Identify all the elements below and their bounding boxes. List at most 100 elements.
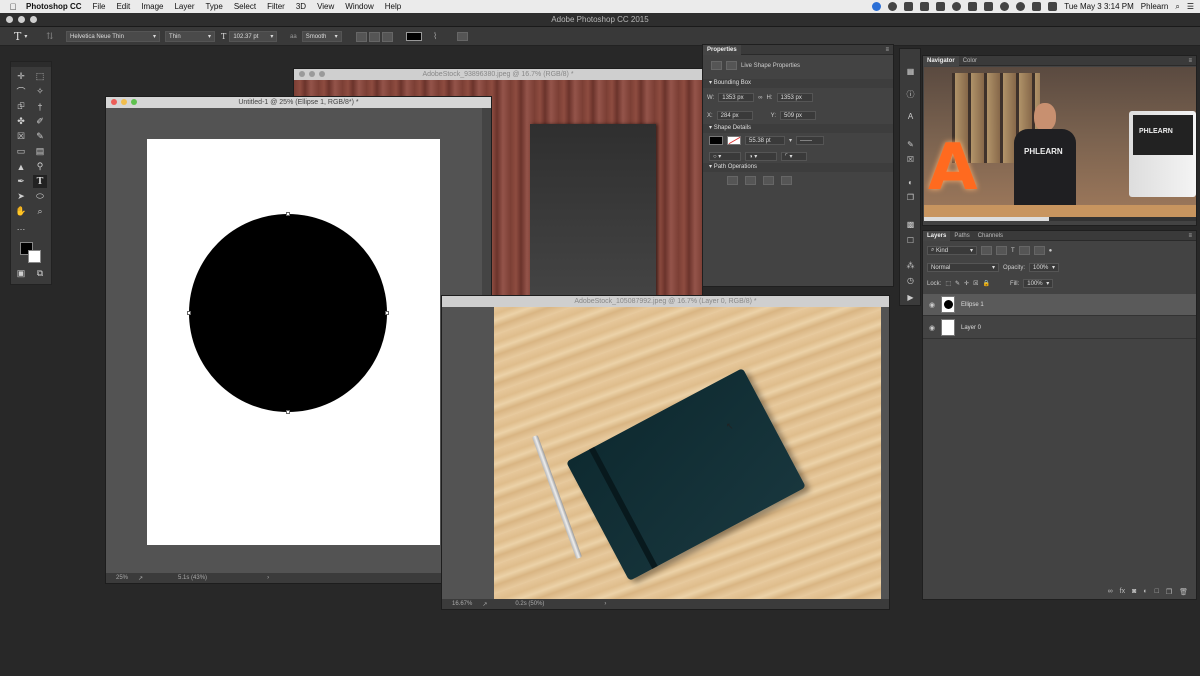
document-window-untitled[interactable]: Untitled-1 @ 25% (Ellipse 1, RGB/8*) * 2… — [105, 96, 492, 584]
cloud-icon[interactable] — [872, 2, 882, 11]
actions-panel-icon[interactable]: ▶ — [905, 293, 916, 303]
width-field[interactable]: 1353 px — [718, 93, 755, 102]
layer-filter-select[interactable]: ⌕ Kind ▾ — [927, 246, 977, 255]
menubar-clock[interactable]: Tue May 3 3:14 PM — [1064, 2, 1134, 11]
tool-presets-panel-icon[interactable]: ⁂ — [905, 261, 916, 271]
tool-preset-picker[interactable]: T ▾ — [14, 30, 27, 43]
hand-tool-icon[interactable]: ✋ — [14, 205, 28, 218]
new-group-icon[interactable]: □ — [1155, 588, 1159, 596]
fill-field[interactable]: 100% ▾ — [1023, 279, 1054, 288]
menu-file[interactable]: File — [93, 2, 106, 11]
tab-channels[interactable]: Channels — [974, 231, 1007, 241]
stroke-color-swatch[interactable] — [727, 136, 741, 145]
ellipse-tool-icon[interactable]: ⬭ — [33, 190, 47, 203]
toolbar-grip[interactable] — [11, 62, 51, 67]
filter-toggle-icon[interactable]: ● — [1049, 248, 1053, 254]
new-layer-icon[interactable]: ❐ — [1166, 588, 1172, 596]
status-menu-arrow-icon[interactable]: › — [267, 575, 269, 581]
document-title-bar[interactable]: Untitled-1 @ 25% (Ellipse 1, RGB/8*) * — [106, 97, 491, 108]
dodge-tool-icon[interactable]: ⚲ — [33, 160, 47, 173]
info-panel-icon[interactable]: ⓘ — [905, 90, 916, 100]
link-layers-icon[interactable]: ∞ — [1108, 588, 1113, 596]
blur-tool-icon[interactable]: ▲ — [14, 160, 28, 173]
libraries-panel-icon[interactable]: ☐ — [905, 236, 916, 246]
screen-mode-icon[interactable]: ⧉ — [33, 267, 47, 280]
menu-3d[interactable]: 3D — [296, 2, 306, 11]
height-field[interactable]: 1353 px — [776, 93, 813, 102]
magic-wand-tool-icon[interactable]: ✧ — [33, 85, 47, 98]
tab-color[interactable]: Color — [959, 56, 981, 66]
menu-filter[interactable]: Filter — [267, 2, 285, 11]
shape-properties-icon[interactable] — [711, 61, 722, 70]
tab-paths[interactable]: Paths — [950, 231, 973, 241]
tab-navigator[interactable]: Navigator — [923, 55, 959, 66]
antialias-select[interactable]: aa Smooth ▾ — [290, 31, 342, 42]
path-selection-tool-icon[interactable]: ➤ — [14, 190, 28, 203]
status-info[interactable]: 5.1s (43%) — [178, 575, 207, 581]
display-icon[interactable] — [968, 2, 978, 11]
character-panel-icon[interactable]: A — [905, 112, 916, 122]
minimize-document-button[interactable] — [121, 99, 127, 105]
crop-tool-icon[interactable]: ⮺ — [14, 100, 28, 113]
menu-view[interactable]: View — [317, 2, 334, 11]
swatches-panel-icon[interactable]: ▩ — [905, 220, 916, 230]
align-right-button[interactable] — [382, 31, 393, 42]
notification-center-icon[interactable]: ☰ — [1187, 2, 1194, 11]
fill-color-swatch[interactable] — [709, 136, 723, 145]
path-anchor-point[interactable] — [187, 311, 191, 315]
mask-properties-icon[interactable] — [726, 61, 737, 70]
exclude-overlap-button[interactable] — [781, 176, 792, 185]
menubar-user[interactable]: Phlearn — [1141, 2, 1169, 11]
gradient-tool-icon[interactable]: ▤ — [33, 145, 47, 158]
styles-panel-icon[interactable]: ❐ — [905, 193, 916, 203]
y-position-field[interactable]: 509 px — [780, 111, 817, 120]
pen-tool-icon[interactable]: ✒ — [14, 175, 28, 188]
video-scrubber[interactable] — [924, 217, 1196, 221]
filter-shape-layers-button[interactable] — [1018, 246, 1030, 255]
bluetooth-icon[interactable] — [1000, 2, 1010, 11]
healing-brush-tool-icon[interactable]: ✤ — [14, 115, 28, 128]
history-panel-icon[interactable]: ▦ — [905, 67, 916, 77]
time-machine-icon[interactable] — [984, 2, 994, 11]
clone-stamp-tool-icon[interactable]: ☒ — [14, 130, 28, 143]
layer-thumbnail[interactable] — [941, 319, 955, 336]
stroke-cap-select[interactable]: ◑ ▾ — [745, 152, 777, 161]
character-panel-button[interactable] — [457, 31, 468, 42]
combine-shapes-button[interactable] — [727, 176, 738, 185]
stroke-corner-select[interactable]: ⌜ ▾ — [781, 152, 807, 161]
move-tool-icon[interactable]: ✛ — [14, 70, 28, 83]
zoom-document-button[interactable] — [319, 71, 325, 77]
wifi-icon[interactable] — [1032, 2, 1042, 11]
align-left-button[interactable] — [356, 31, 367, 42]
align-center-button[interactable] — [369, 31, 380, 42]
lasso-tool-icon[interactable]: ⌒ — [14, 85, 28, 98]
menu-app-name[interactable]: Photoshop CC — [26, 2, 82, 11]
brush-tool-icon[interactable]: ✐ — [33, 115, 47, 128]
x-position-field[interactable]: 284 px — [716, 111, 753, 120]
stroke-width-field[interactable]: 55.38 pt — [745, 136, 785, 145]
app-icon[interactable] — [904, 2, 914, 11]
font-style-select[interactable]: Thin ▾ — [165, 31, 215, 42]
layer-effects-icon[interactable]: fx — [1120, 588, 1125, 596]
mail-icon[interactable] — [920, 2, 930, 11]
menu-type[interactable]: Type — [205, 2, 222, 11]
path-operations-section[interactable]: ▾ Path Operations — [703, 163, 893, 172]
eyedropper-tool-icon[interactable]: † — [33, 100, 47, 113]
status-menu-arrow-icon[interactable]: › — [604, 601, 606, 607]
camera-icon[interactable] — [936, 2, 946, 11]
zoom-tool-icon[interactable]: ⌕ — [33, 205, 47, 218]
status-info[interactable]: 0.2s (50%) — [515, 601, 544, 607]
notebook-canvas[interactable]: ↖ — [494, 307, 881, 601]
panel-menu-icon[interactable]: ≡ — [885, 47, 889, 53]
apple-icon[interactable]:  — [0, 2, 26, 12]
history-brush-tool-icon[interactable]: ✎ — [33, 130, 47, 143]
adjustments-panel-icon[interactable]: ◐ — [905, 178, 916, 188]
marquee-tool-icon[interactable]: ⬚ — [33, 70, 47, 83]
filter-smart-objects-button[interactable] — [1033, 246, 1045, 255]
delete-layer-icon[interactable]: 🗑 — [1179, 588, 1188, 596]
visibility-eye-icon[interactable]: ◉ — [923, 324, 941, 332]
layer-thumbnail[interactable] — [941, 296, 955, 313]
close-document-button[interactable] — [111, 99, 117, 105]
menu-edit[interactable]: Edit — [116, 2, 130, 11]
filter-type-layers-button[interactable]: T — [1011, 248, 1015, 254]
